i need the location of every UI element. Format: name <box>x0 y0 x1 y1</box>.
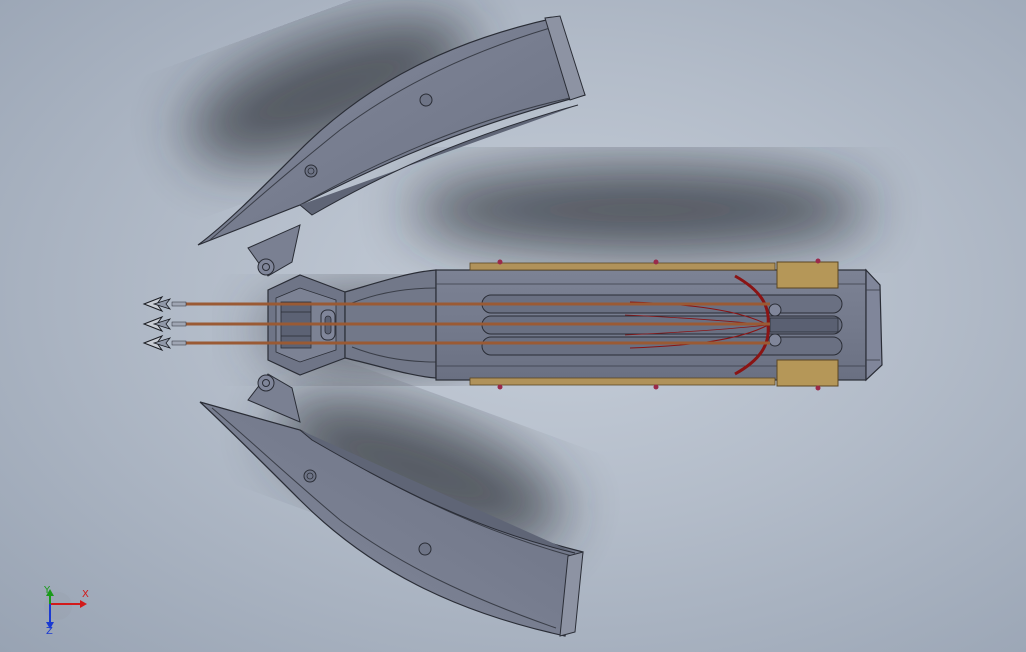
pivot-pin-icon <box>257 258 275 276</box>
cad-viewport[interactable]: X Y Z <box>0 0 1026 652</box>
y-axis-label: Y <box>44 585 51 596</box>
x-axis-label: X <box>82 589 89 600</box>
orientation-triad[interactable] <box>44 589 87 629</box>
rail-clamp <box>776 359 839 387</box>
limb-bolt-hole-icon <box>303 469 317 483</box>
limb-bolt-hole-icon <box>419 93 433 107</box>
limb-bolt-hole-icon <box>418 542 432 556</box>
crossbow-model[interactable] <box>0 0 1026 652</box>
z-axis-label: Z <box>46 626 53 637</box>
limb-bolt-hole-icon <box>304 164 318 178</box>
rail-clamp <box>776 261 839 289</box>
pivot-pin-icon <box>257 374 275 392</box>
